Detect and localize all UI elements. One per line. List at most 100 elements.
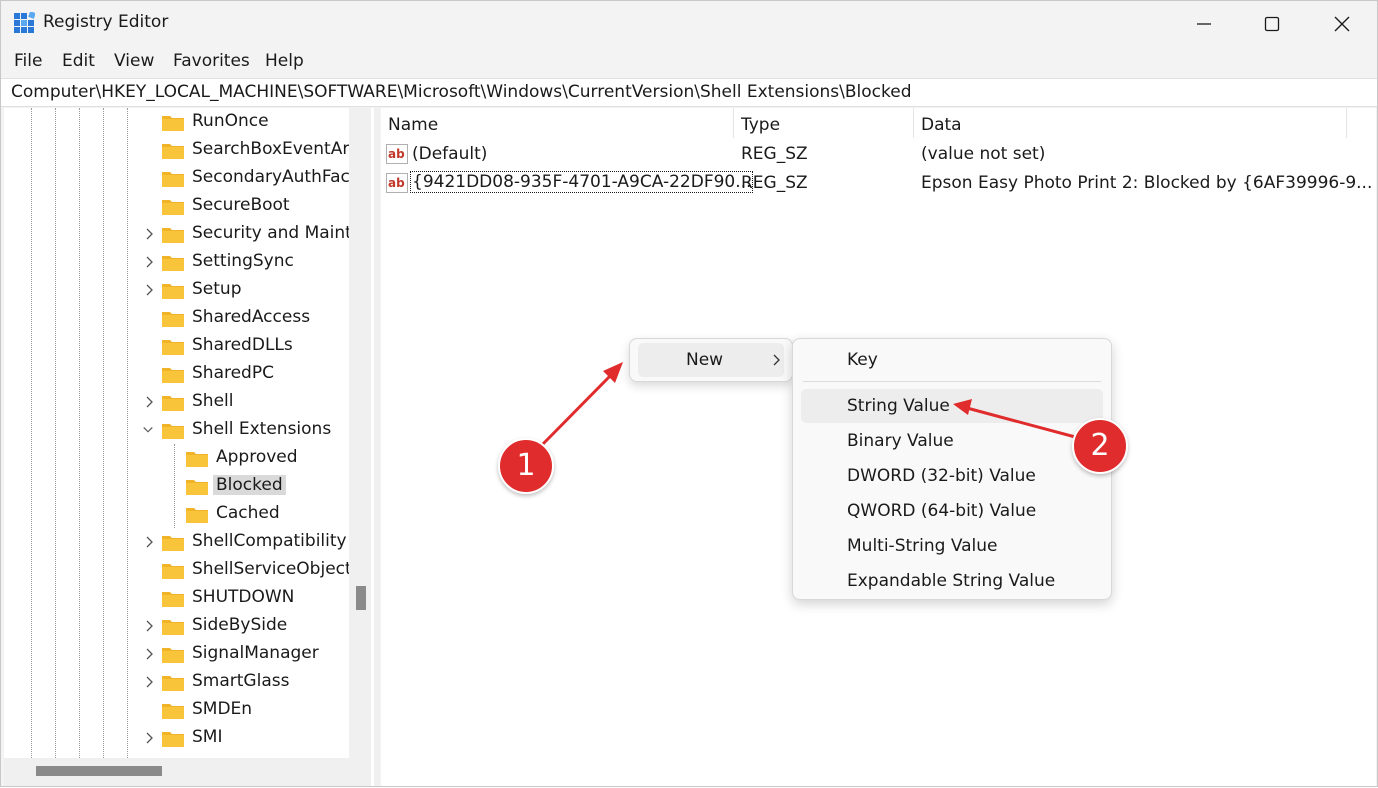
maximize-button[interactable] [1237, 1, 1307, 46]
tree-item[interactable]: Cached [4, 501, 349, 529]
chevron-down-icon[interactable] [142, 423, 154, 437]
tree-item[interactable]: SMDEn [4, 697, 349, 725]
tree-item[interactable]: Shell Extensions [4, 417, 349, 445]
folder-icon [186, 452, 208, 467]
tree-item[interactable]: Security and Mainte [4, 221, 362, 249]
tree-item[interactable]: SHUTDOWN [4, 585, 349, 613]
string-value-icon: ab [386, 173, 408, 193]
folder-icon [162, 144, 184, 159]
tree-item[interactable]: SmartGlass [4, 669, 349, 697]
tree-item[interactable]: Shell [4, 389, 349, 417]
tree-item[interactable]: Approved [4, 445, 349, 473]
minimize-button[interactable] [1169, 1, 1239, 46]
tree-item[interactable]: ShellCompatibility [4, 529, 349, 557]
value-data: Epson Easy Photo Print 2: Blocked by {6A… [921, 173, 1373, 193]
folder-icon [186, 508, 208, 523]
tree-item[interactable]: ShellServiceObjectD [4, 557, 365, 585]
address-bar[interactable]: Computer\HKEY_LOCAL_MACHINE\SOFTWARE\Mic… [1, 78, 1377, 107]
menu-help[interactable]: Help [265, 51, 304, 71]
tree-item[interactable]: SharedDLLs [4, 333, 349, 361]
chevron-right-icon[interactable] [144, 647, 156, 661]
tree-horizontal-scroll-thumb[interactable] [36, 766, 162, 776]
context-menu-new[interactable]: New [638, 343, 784, 377]
tree-item-label: SecureBoot [192, 195, 290, 215]
tree-item[interactable]: SettingSync [4, 249, 349, 277]
tree-item-label: Cached [216, 503, 280, 523]
column-header-name[interactable]: Name [381, 108, 733, 140]
window-title: Registry Editor [43, 12, 169, 32]
tree-item[interactable]: Blocked [4, 473, 349, 501]
folder-icon [162, 340, 184, 355]
tree-item-label: SharedDLLs [192, 335, 293, 355]
folder-icon [186, 480, 208, 495]
tree-item[interactable]: SecureBoot [4, 193, 349, 221]
menu-view[interactable]: View [114, 51, 154, 71]
tree-item-label: SharedAccess [192, 307, 311, 327]
tree-item-label: Approved [216, 447, 298, 467]
value-type: REG_SZ [741, 144, 808, 164]
tree-item[interactable]: SMI [4, 725, 349, 753]
tree-item[interactable]: SharedPC [4, 361, 349, 389]
menu-edit[interactable]: Edit [62, 51, 95, 71]
svg-text:ab: ab [388, 176, 405, 190]
folder-icon [162, 564, 184, 579]
minimize-icon [1197, 22, 1211, 25]
folder-icon [162, 256, 184, 271]
submenu-string-value[interactable]: String Value [801, 389, 1103, 423]
submenu-binary-value[interactable]: Binary Value [801, 424, 1103, 458]
tree-item[interactable]: SideBySide [4, 613, 349, 641]
value-row-guid[interactable]: ab {9421DD08-935F-4701-A9CA-22DF90... RE… [381, 169, 1376, 198]
folder-icon [162, 312, 184, 327]
folder-icon [162, 536, 184, 551]
submenu-expandable-string-value[interactable]: Expandable String Value [801, 564, 1103, 598]
menu-favorites[interactable]: Favorites [173, 51, 250, 71]
tree-item[interactable]: SearchBoxEventArg [4, 137, 360, 165]
chevron-right-icon[interactable] [144, 283, 156, 297]
new-submenu: Key String Value Binary Value DWORD (32-… [792, 338, 1112, 600]
tree-item-label: SearchBoxEventArg [192, 139, 360, 159]
column-header-data[interactable]: Data [914, 108, 1346, 140]
value-name: {9421DD08-935F-4701-A9CA-22DF90... [410, 171, 754, 193]
folder-icon [162, 676, 184, 691]
tree-item[interactable]: RunOnce [4, 109, 349, 137]
chevron-right-icon[interactable] [144, 227, 156, 241]
tree-item-label: SharedPC [192, 363, 274, 383]
tree-item[interactable]: SharedAccess [4, 305, 349, 333]
chevron-right-icon[interactable] [144, 675, 156, 689]
menu-bar: File Edit View Favorites Help [1, 47, 1377, 77]
context-menu: New [629, 338, 793, 382]
tree-item-label: SecondaryAuthFacto [192, 167, 367, 187]
submenu-qword-value[interactable]: QWORD (64-bit) Value [801, 494, 1103, 528]
tree-item-label: SMDEn [192, 699, 253, 719]
folder-icon [162, 228, 184, 243]
folder-icon [162, 732, 184, 747]
close-button[interactable] [1307, 1, 1377, 46]
pane-splitter[interactable] [374, 108, 380, 786]
chevron-right-icon[interactable] [144, 395, 156, 409]
value-data: (value not set) [921, 144, 1046, 164]
value-row-default[interactable]: ab (Default) REG_SZ (value not set) [381, 140, 1376, 169]
folder-icon [162, 172, 184, 187]
chevron-right-icon[interactable] [144, 535, 156, 549]
menu-file[interactable]: File [14, 51, 42, 71]
tree-item-label: SMI [192, 727, 223, 747]
submenu-key[interactable]: Key [801, 343, 1103, 377]
tree-vertical-scrollbar[interactable] [349, 108, 371, 758]
tree-item[interactable]: Setup [4, 277, 349, 305]
submenu-dword-value[interactable]: DWORD (32-bit) Value [801, 459, 1103, 493]
chevron-right-icon[interactable] [144, 731, 156, 745]
tree-item-label: Blocked [213, 475, 286, 495]
folder-icon [162, 200, 184, 215]
address-path: Computer\HKEY_LOCAL_MACHINE\SOFTWARE\Mic… [11, 82, 912, 102]
column-header-type[interactable]: Type [734, 108, 913, 140]
chevron-right-icon[interactable] [144, 619, 156, 633]
tree-item[interactable]: SignalManager [4, 641, 349, 669]
tree-item[interactable]: SecondaryAuthFacto [4, 165, 367, 193]
values-vertical-scrollbar[interactable] [1347, 140, 1375, 786]
tree-item-label: ShellServiceObjectD [192, 559, 365, 579]
submenu-separator [803, 381, 1101, 382]
chevron-right-icon[interactable] [144, 255, 156, 269]
submenu-multi-string-value[interactable]: Multi-String Value [801, 529, 1103, 563]
tree-vertical-scroll-thumb[interactable] [356, 586, 366, 610]
key-tree-pane: RunOnce SearchBoxEventArg SecondaryAuthFac… [4, 108, 374, 786]
